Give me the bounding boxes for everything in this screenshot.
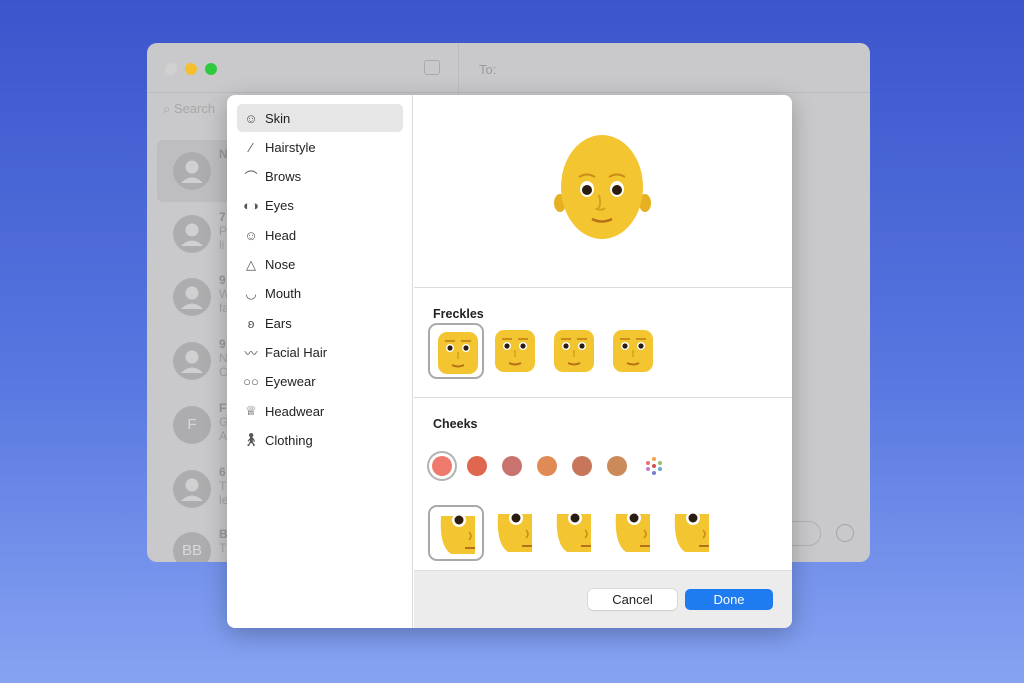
category-sidebar: ☺ Skin ⁄ Hairstyle ⌒ Brows ◐◑ Eyes ☺ Head △ Nose ◡ Mo…: [227, 95, 413, 628]
memoji-face-preview: [554, 135, 651, 239]
person-icon: [181, 160, 203, 183]
comb-icon: ⁄: [249, 139, 253, 155]
sidebar-item-eyewear[interactable]: ○○ Eyewear: [237, 368, 403, 396]
mustache-icon: 〰: [244, 345, 258, 361]
memoji-preview: [414, 95, 792, 288]
cheeks-option[interactable]: [487, 505, 543, 561]
freckles-title: Freckles: [433, 307, 484, 321]
avatar: BB: [173, 532, 211, 562]
sidebar-item-mouth[interactable]: ◡ Mouth: [237, 280, 403, 308]
minimize-button[interactable]: [185, 63, 197, 75]
freckles-section: Freckles: [414, 289, 792, 398]
sidebar-item-label: Clothing: [265, 432, 313, 448]
conversation-text: T: [219, 541, 227, 555]
person-icon: [181, 478, 203, 501]
cheek-color-swatch[interactable]: [502, 456, 522, 476]
person-icon: [181, 223, 203, 246]
message-input[interactable]: [787, 521, 821, 546]
nose-icon: △: [246, 256, 256, 272]
brow-icon: ⌒: [244, 170, 258, 186]
conversation-text: F: [219, 401, 227, 415]
conversation-text: li: [219, 238, 225, 252]
sidebar-item-label: Eyewear: [265, 374, 316, 390]
freckles-option[interactable]: [487, 323, 543, 379]
cheek-color-swatch[interactable]: [572, 456, 592, 476]
avatar-initials: BB: [181, 542, 202, 559]
dialog-footer: Cancel Done: [414, 570, 792, 628]
head-icon: ☺: [244, 227, 258, 243]
person-icon: [181, 286, 203, 309]
search-placeholder: Search: [173, 101, 216, 116]
avatar: [173, 470, 211, 508]
search-icon: ⌕: [163, 101, 174, 116]
conversation-text: 9: [219, 337, 226, 351]
memoji-editor-dialog: ☺ Skin ⁄ Hairstyle ⌒ Brows ◐◑ Eyes ☺ Head △ Nose ◡ Mo…: [227, 95, 792, 628]
freckles-option[interactable]: [605, 323, 661, 379]
title-bar: [147, 43, 870, 93]
sidebar-item-ears[interactable]: ʚ Ears: [237, 309, 403, 337]
done-button[interactable]: Done: [685, 589, 773, 610]
avatar: [173, 278, 211, 316]
sidebar-item-label: Skin: [265, 110, 291, 126]
freckles-option[interactable]: [428, 323, 484, 379]
avatar: [173, 152, 211, 190]
cheeks-section: Cheeks: [414, 399, 792, 570]
smiley-icon: ☺: [244, 110, 258, 126]
person-icon: [181, 350, 203, 373]
sidebar-item-label: Mouth: [265, 286, 302, 302]
cheek-color-swatch[interactable]: [537, 456, 557, 476]
sidebar-item-label: Ears: [265, 315, 292, 331]
person-walking-icon: 🚶︎: [242, 432, 260, 448]
cancel-button[interactable]: Cancel: [588, 589, 677, 610]
avatar-initials: F: [187, 416, 197, 433]
ear-icon: ʚ: [247, 315, 255, 331]
search-field[interactable]: ⌕ Search: [163, 101, 215, 117]
cheek-color-swatch[interactable]: [607, 456, 627, 476]
sidebar-item-nose[interactable]: △ Nose: [237, 251, 403, 279]
sidebar-item-label: Eyes: [265, 198, 294, 214]
sidebar-item-clothing[interactable]: 🚶︎ Clothing: [237, 426, 403, 454]
sidebar-item-facial-hair[interactable]: 〰 Facial Hair: [237, 338, 403, 366]
cheeks-option[interactable]: [428, 505, 484, 561]
close-button[interactable]: [165, 63, 177, 75]
sidebar-item-skin[interactable]: ☺ Skin: [237, 104, 403, 132]
sidebar-item-label: Brows: [265, 169, 302, 185]
cheeks-option[interactable]: [664, 505, 720, 561]
emoji-icon[interactable]: [836, 524, 854, 542]
conversation-text: 7: [219, 210, 226, 224]
sidebar-item-headwear[interactable]: ♕ Headwear: [237, 397, 403, 425]
conversation-text: 9: [219, 273, 226, 287]
avatar: [173, 215, 211, 253]
cheek-color-swatch[interactable]: [467, 456, 487, 476]
sidebar-item-label: Headwear: [265, 403, 325, 419]
sidebar-item-label: Nose: [265, 257, 296, 272]
glasses-icon: ○○: [243, 374, 259, 390]
avatar: [173, 342, 211, 380]
freckles-option[interactable]: [546, 323, 602, 379]
cheek-color-swatch[interactable]: [432, 456, 452, 476]
cheeks-option[interactable]: [605, 505, 661, 561]
sidebar-item-label: Facial Hair: [265, 344, 328, 360]
color-picker-dots-icon[interactable]: [643, 455, 665, 477]
crown-icon: ♕: [245, 403, 257, 418]
eyes-icon: ◐◑: [243, 198, 259, 214]
conversation-text: A: [219, 429, 228, 443]
cheeks-title: Cheeks: [433, 417, 478, 431]
to-label: To:: [479, 62, 497, 77]
mouth-icon: ◡: [245, 285, 257, 301]
sidebar-item-label: Head: [265, 227, 297, 243]
conversation-text: 6: [219, 465, 226, 479]
conversation-text: P: [219, 224, 228, 238]
conversation-text: T: [219, 479, 227, 493]
sidebar-item-eyes[interactable]: ◐◑ Eyes: [237, 192, 403, 220]
sidebar-item-hairstyle[interactable]: ⁄ Hairstyle: [237, 133, 403, 161]
zoom-button[interactable]: [205, 63, 217, 75]
cheeks-option[interactable]: [546, 505, 602, 561]
sidebar-item-label: Hairstyle: [265, 139, 316, 155]
sidebar-item-brows[interactable]: ⌒ Brows: [237, 163, 403, 191]
avatar: F: [173, 406, 211, 444]
sidebar-item-head[interactable]: ☺ Head: [237, 221, 403, 249]
compose-icon[interactable]: [424, 60, 440, 75]
